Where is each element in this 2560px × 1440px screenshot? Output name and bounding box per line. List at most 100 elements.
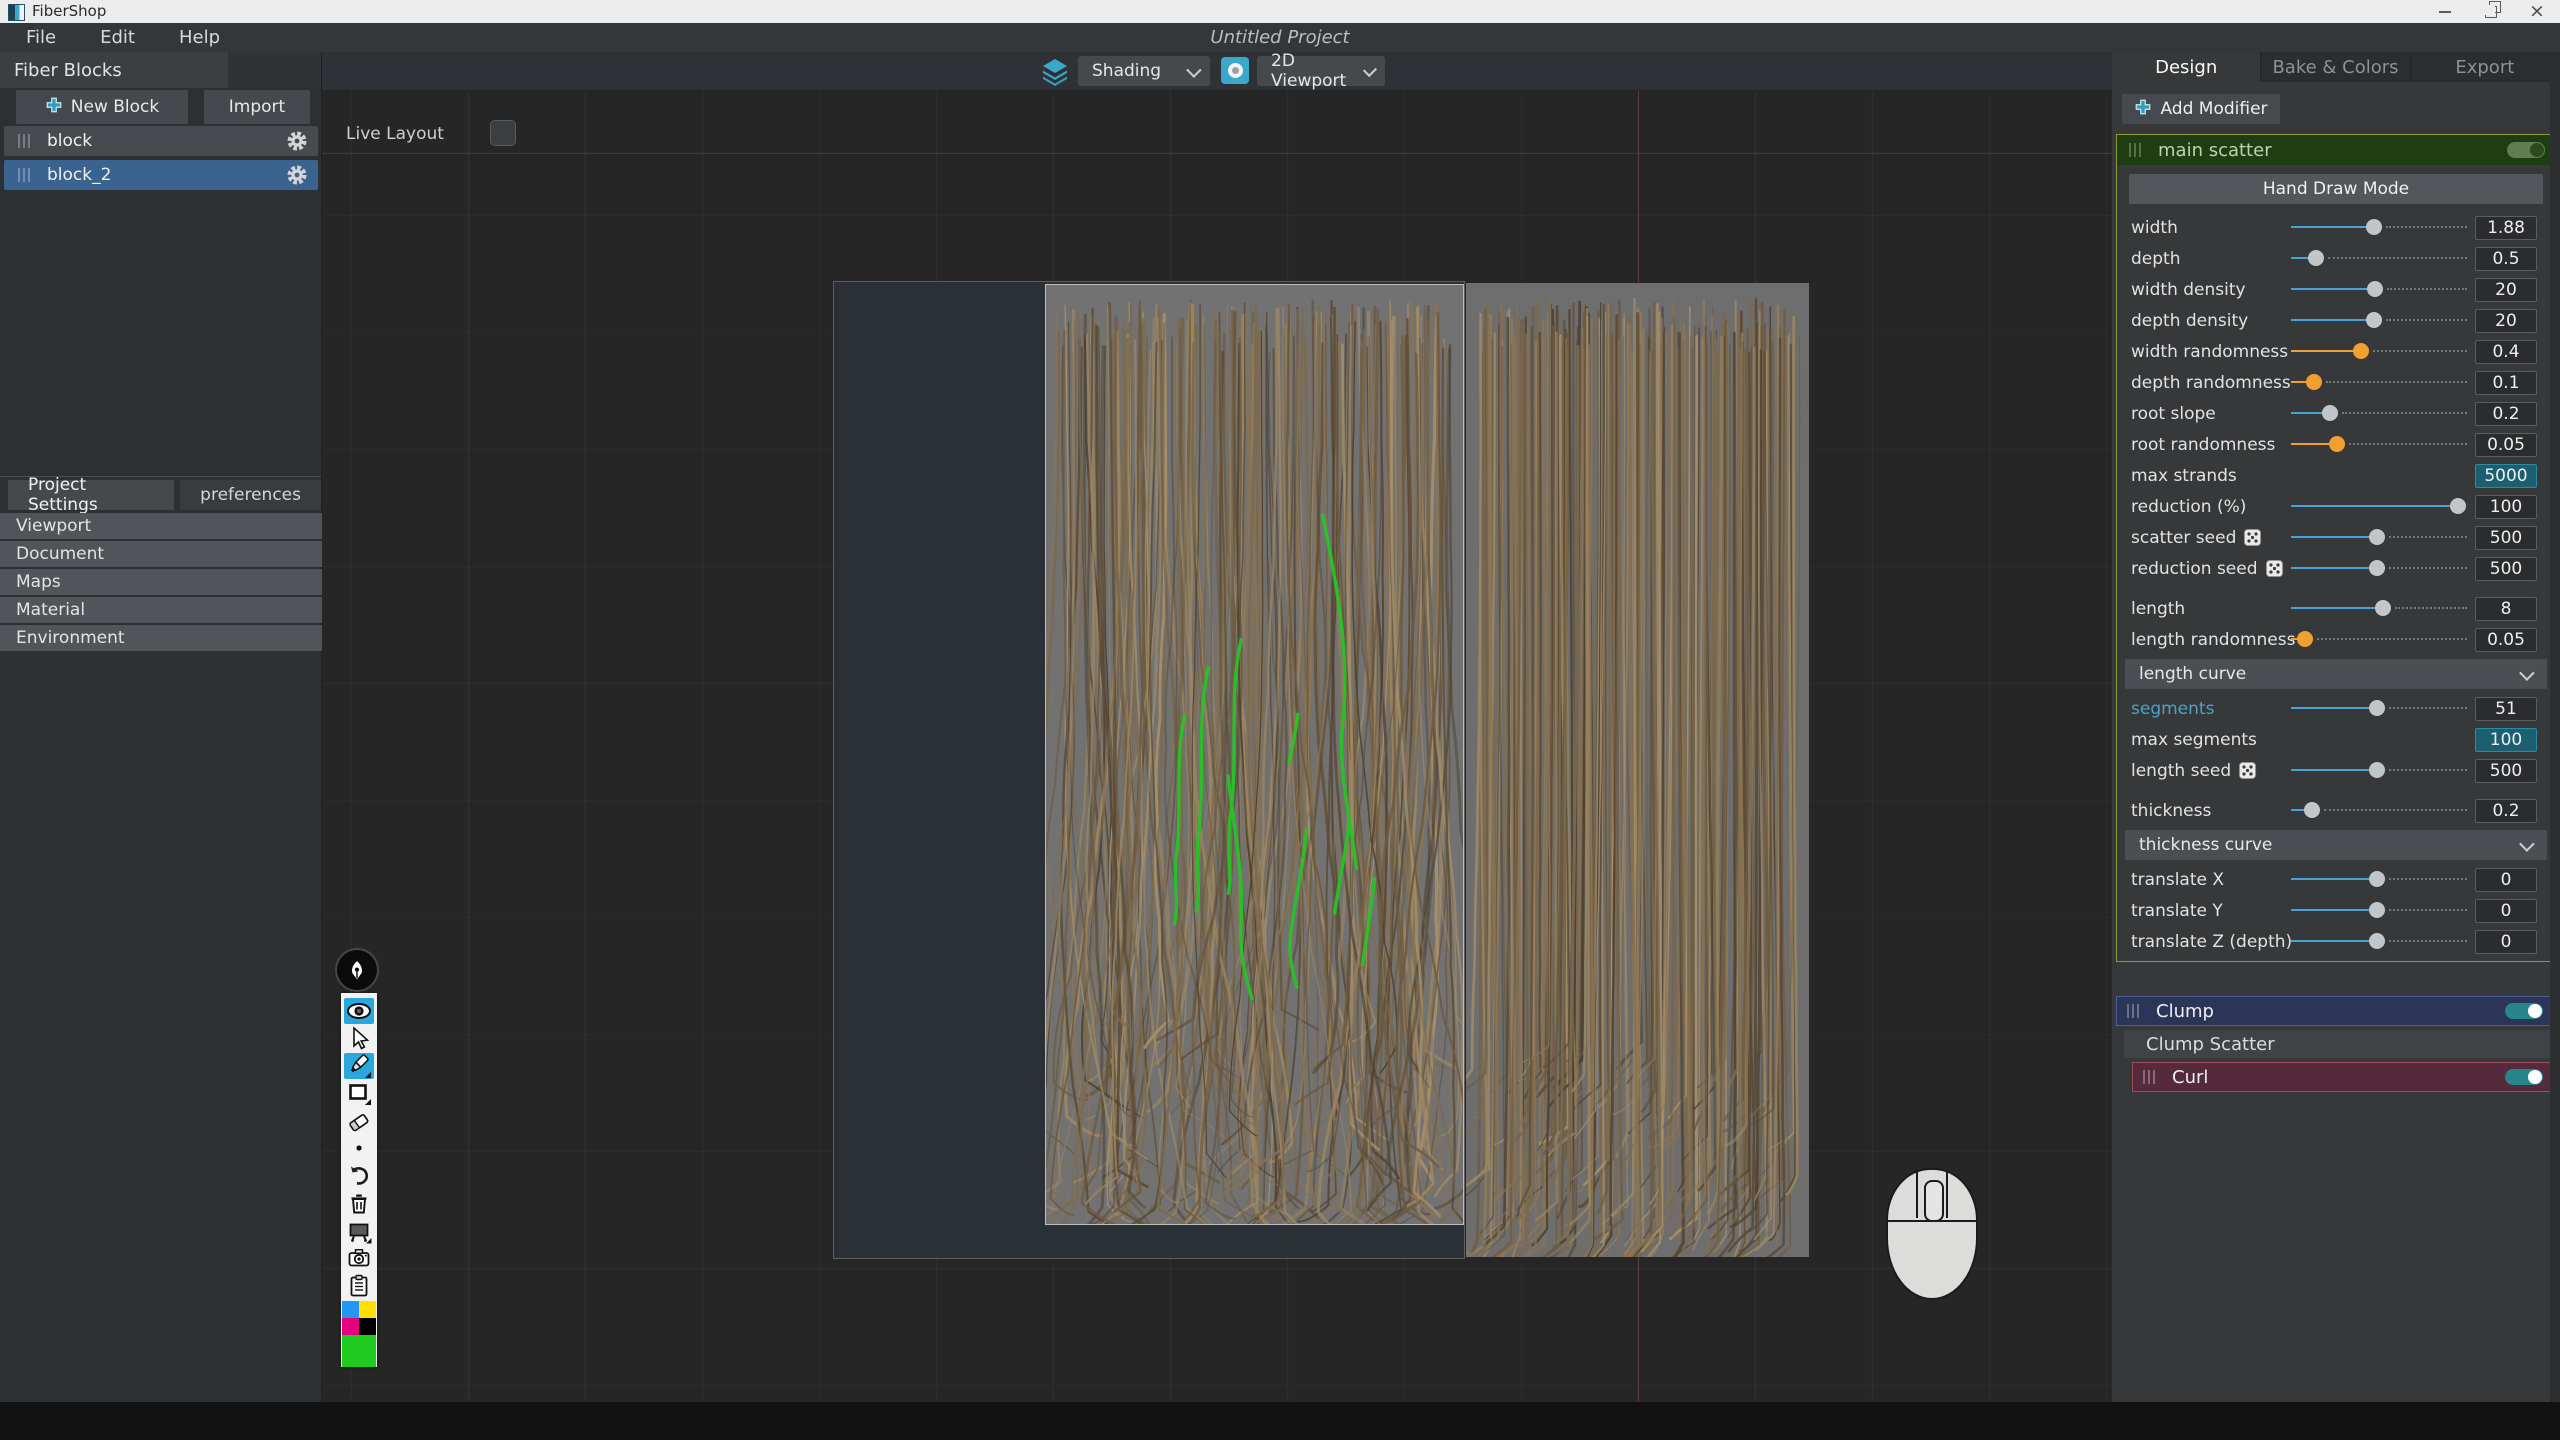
- param-value[interactable]: 0.4: [2475, 340, 2537, 364]
- param-slider[interactable]: [2291, 243, 2467, 274]
- slider-handle[interactable]: [2353, 343, 2369, 359]
- param-slider[interactable]: [2291, 212, 2467, 243]
- main-scatter-toggle[interactable]: [2507, 142, 2545, 158]
- slider-handle[interactable]: [2297, 631, 2313, 647]
- param-slider[interactable]: [2291, 553, 2467, 584]
- gear-icon[interactable]: [286, 164, 308, 186]
- shading-dropdown[interactable]: Shading: [1078, 56, 1210, 86]
- param-value[interactable]: 100: [2475, 495, 2537, 519]
- drag-handle-icon[interactable]: [2129, 143, 2142, 157]
- fiber-block-row-block_2[interactable]: block_2: [4, 160, 318, 190]
- add-modifier-button[interactable]: Add Modifier: [2122, 94, 2280, 124]
- dot-icon[interactable]: [344, 1135, 374, 1161]
- param-value[interactable]: 20: [2475, 309, 2537, 333]
- param-value[interactable]: 100: [2475, 728, 2537, 752]
- cursor-icon[interactable]: [344, 1025, 374, 1051]
- slider-handle[interactable]: [2366, 219, 2382, 235]
- scrollbar[interactable]: [2550, 52, 2560, 1402]
- settings-item-maps[interactable]: Maps: [0, 569, 322, 595]
- rectangle-icon[interactable]: [344, 1080, 374, 1106]
- viewport-mode-dropdown[interactable]: 2D Viewport: [1257, 56, 1385, 86]
- hand-draw-mode-button[interactable]: Hand Draw Mode: [2129, 174, 2543, 204]
- menu-file[interactable]: File: [26, 27, 56, 48]
- param-value[interactable]: 0.5: [2475, 247, 2537, 271]
- slider-handle[interactable]: [2304, 802, 2320, 818]
- slider-handle[interactable]: [2369, 871, 2385, 887]
- main-scatter-header[interactable]: main scatter: [2117, 135, 2555, 165]
- modifier-curl[interactable]: Curl: [2132, 1062, 2554, 1092]
- thickness-curve-section[interactable]: thickness curve: [2125, 830, 2547, 860]
- param-value[interactable]: 0: [2475, 899, 2537, 923]
- drag-handle-icon[interactable]: [18, 168, 31, 182]
- color-swatch-3[interactable]: [359, 1318, 376, 1335]
- modifier-toggle[interactable]: [2505, 1003, 2543, 1019]
- restore-button[interactable]: [2468, 0, 2514, 23]
- slider-handle[interactable]: [2369, 762, 2385, 778]
- tab-design[interactable]: Design: [2112, 52, 2261, 82]
- param-value[interactable]: 5000: [2475, 464, 2537, 488]
- modifier-clump[interactable]: Clump: [2116, 996, 2554, 1026]
- annotation-pen-tool-icon[interactable]: [337, 950, 377, 990]
- hair-preview-block[interactable]: [1045, 284, 1464, 1225]
- drag-handle-icon[interactable]: [18, 134, 31, 148]
- param-slider[interactable]: [2291, 336, 2467, 367]
- color-swatch-0[interactable]: [342, 1301, 359, 1318]
- menu-edit[interactable]: Edit: [100, 27, 135, 48]
- param-slider[interactable]: [2291, 367, 2467, 398]
- tab-preferences[interactable]: preferences: [180, 480, 321, 510]
- param-value[interactable]: 1.88: [2475, 216, 2537, 240]
- slider-handle[interactable]: [2450, 498, 2466, 514]
- param-slider[interactable]: [2291, 795, 2467, 826]
- dice-icon[interactable]: [2243, 528, 2262, 547]
- param-value[interactable]: 0.2: [2475, 799, 2537, 823]
- dice-icon[interactable]: [2265, 559, 2284, 578]
- param-value[interactable]: 0.2: [2475, 402, 2537, 426]
- param-value[interactable]: 0.1: [2475, 371, 2537, 395]
- slider-handle[interactable]: [2369, 529, 2385, 545]
- slider-handle[interactable]: [2306, 374, 2322, 390]
- slider-handle[interactable]: [2366, 312, 2382, 328]
- slider-handle[interactable]: [2369, 700, 2385, 716]
- slider-handle[interactable]: [2367, 281, 2383, 297]
- param-value[interactable]: 500: [2475, 557, 2537, 581]
- new-block-button[interactable]: New Block: [16, 90, 188, 124]
- param-slider[interactable]: [2291, 624, 2467, 655]
- param-value[interactable]: 0.05: [2475, 628, 2537, 652]
- live-layout-checkbox[interactable]: [490, 120, 516, 146]
- param-slider[interactable]: [2291, 864, 2467, 895]
- param-slider[interactable]: [2291, 305, 2467, 336]
- param-slider[interactable]: [2291, 398, 2467, 429]
- trash-icon[interactable]: [344, 1190, 374, 1216]
- settings-item-viewport[interactable]: Viewport: [0, 513, 322, 539]
- param-slider[interactable]: [2291, 522, 2467, 553]
- hair-preview-block-2[interactable]: [1466, 283, 1809, 1257]
- param-slider[interactable]: [2291, 593, 2467, 624]
- length-curve-section[interactable]: length curve: [2125, 659, 2547, 689]
- param-slider[interactable]: [2291, 491, 2467, 522]
- slider-handle[interactable]: [2322, 405, 2338, 421]
- whiteboard-icon[interactable]: [344, 1218, 374, 1244]
- param-value[interactable]: 0.05: [2475, 433, 2537, 457]
- param-value[interactable]: 51: [2475, 697, 2537, 721]
- menu-help[interactable]: Help: [179, 27, 220, 48]
- settings-item-material[interactable]: Material: [0, 597, 322, 623]
- param-value[interactable]: 500: [2475, 526, 2537, 550]
- slider-handle[interactable]: [2308, 250, 2324, 266]
- import-button[interactable]: Import: [204, 90, 310, 124]
- marker-icon[interactable]: [344, 1053, 374, 1079]
- param-slider[interactable]: [2291, 429, 2467, 460]
- color-swatch-1[interactable]: [359, 1301, 376, 1318]
- tab-bake-colors[interactable]: Bake & Colors: [2261, 52, 2410, 82]
- viewport-canvas[interactable]: Shading 2D Viewport Live Layout: [322, 52, 2112, 1402]
- slider-handle[interactable]: [2329, 436, 2345, 452]
- modifier-clump-scatter[interactable]: Clump Scatter: [2124, 1030, 2554, 1058]
- slider-handle[interactable]: [2369, 902, 2385, 918]
- slider-handle[interactable]: [2375, 600, 2391, 616]
- clipboard-icon[interactable]: [344, 1273, 374, 1299]
- fiber-block-row-block[interactable]: block: [4, 126, 318, 156]
- param-slider[interactable]: [2291, 755, 2467, 786]
- param-value[interactable]: 20: [2475, 278, 2537, 302]
- settings-item-document[interactable]: Document: [0, 541, 322, 567]
- slider-handle[interactable]: [2369, 560, 2385, 576]
- param-slider[interactable]: [2291, 895, 2467, 926]
